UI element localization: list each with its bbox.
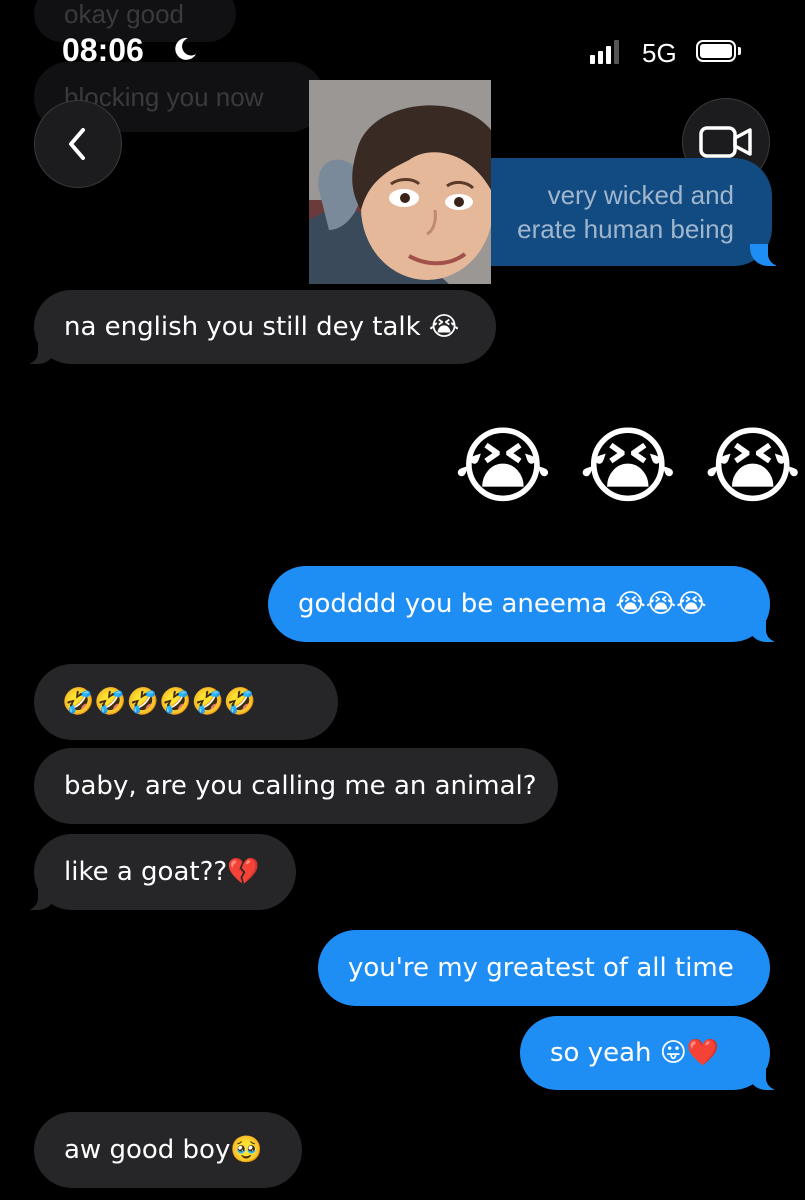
incoming-message[interactable]: baby, are you calling me an animal? [34, 748, 558, 824]
signal-icon [590, 40, 619, 64]
message-text: baby, are you calling me an animal? [64, 771, 537, 801]
partial-message-line2: erate human being [517, 214, 734, 244]
partial-message-line1: very wicked and [547, 180, 734, 210]
outgoing-message[interactable]: so yeah 😛❤️ [520, 1016, 784, 1090]
back-button[interactable] [34, 100, 122, 188]
incoming-message[interactable]: 🤣🤣🤣🤣🤣🤣 [34, 664, 338, 740]
outgoing-emoji-message[interactable]: 😭 😭 😭 [454, 418, 802, 514]
message-text: like a goat??💔 [64, 857, 260, 887]
message-text: na english you still dey talk 😭 [64, 312, 460, 342]
video-camera-icon [699, 126, 752, 158]
ghost-message-text: okay good [64, 0, 184, 29]
message-text: 🤣🤣🤣🤣🤣🤣 [62, 687, 257, 717]
moon-icon [175, 37, 196, 60]
partial-message[interactable]: very wicked and erate human being [442, 158, 786, 266]
reaction-photo[interactable] [309, 80, 491, 284]
message-text: so yeah 😛❤️ [550, 1038, 720, 1068]
status-time: 08:06 [62, 32, 144, 68]
outgoing-message[interactable]: you're my greatest of all time [318, 930, 770, 1006]
incoming-message[interactable]: aw good boy🥹 [34, 1112, 302, 1188]
message-text: you're my greatest of all time [348, 953, 734, 983]
incoming-message[interactable]: like a goat??💔 [20, 834, 296, 910]
battery-cap [738, 47, 741, 55]
incoming-message[interactable]: na english you still dey talk 😭 [20, 290, 496, 364]
battery-icon [696, 40, 736, 62]
network-label: 5G [642, 38, 677, 68]
message-text: aw good boy🥹 [64, 1135, 263, 1165]
chevron-left-icon [69, 128, 85, 160]
child-photo-image [309, 80, 491, 284]
outgoing-message[interactable]: godddd you be aneema 😭😭😭 [268, 566, 784, 642]
message-text: godddd you be aneema 😭😭😭 [298, 589, 707, 619]
big-emoji-text: 😭 😭 😭 [454, 417, 802, 515]
